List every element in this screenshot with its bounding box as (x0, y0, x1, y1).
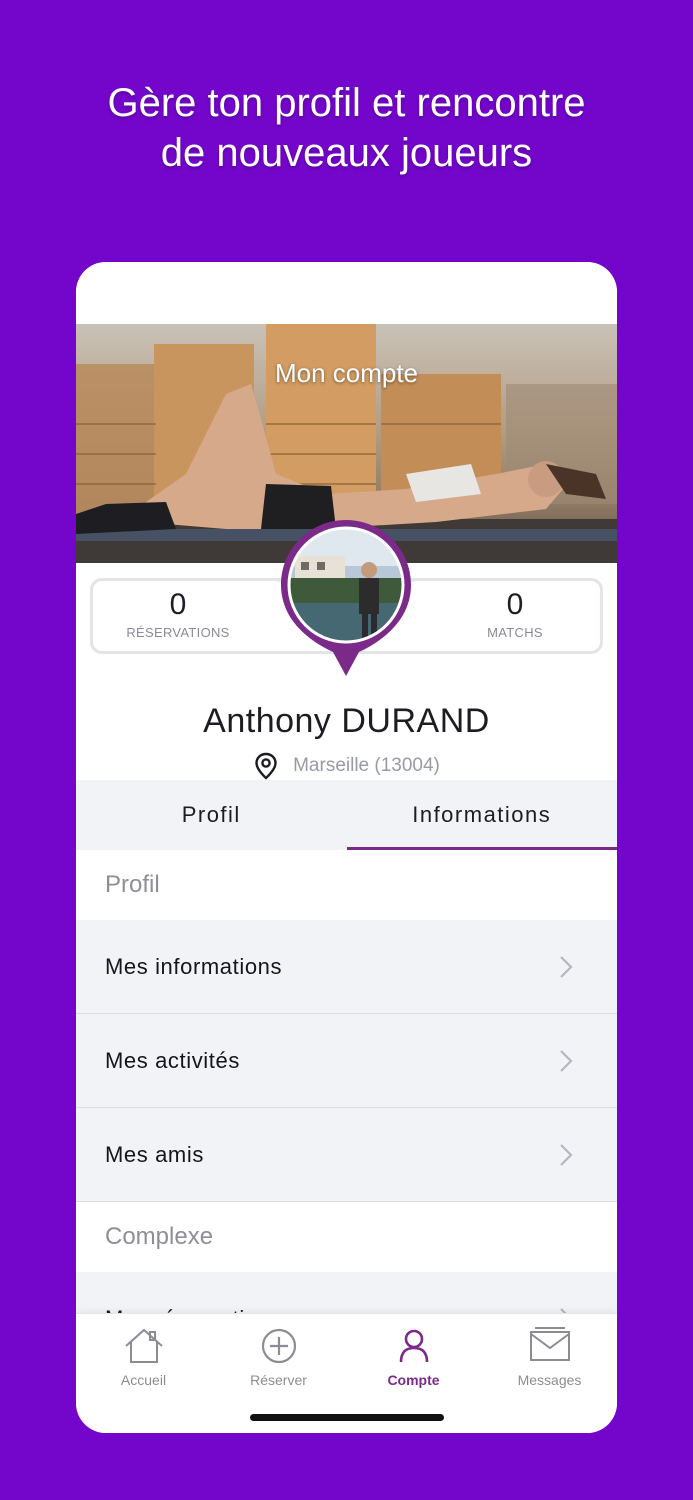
phone-screen: Mon compte 0 RÉSERVATIONS 0 MATCHS Antho… (76, 262, 617, 1433)
reservations-count: 0 (169, 588, 187, 621)
settings-menu: Profil Mes informations Mes activités Me… (76, 850, 617, 1366)
tabbar-label: Accueil (120, 1372, 167, 1388)
mail-icon (529, 1327, 570, 1361)
first-name: Anthony (203, 702, 332, 740)
tabbar-reserver[interactable]: Réserver (211, 1326, 346, 1388)
chevron-right-icon (560, 955, 573, 978)
plus-circle-icon (261, 1328, 296, 1364)
page-title: Mon compte (274, 358, 419, 388)
reservations-label: RÉSERVATIONS (126, 625, 230, 640)
reservations-stat[interactable]: 0 RÉSERVATIONS (98, 587, 258, 640)
profile-name: Anthony DURAND (76, 702, 617, 741)
menu-item-label: Mes informations (105, 953, 283, 979)
tab-informations[interactable]: Informations (346, 780, 618, 850)
section-header-profil: Profil (76, 850, 617, 920)
menu-item-mes-amis[interactable]: Mes amis (76, 1108, 617, 1202)
tab-profil[interactable]: Profil (76, 780, 347, 850)
menu-item-label: Mes activités (105, 1047, 240, 1073)
location-pin-icon (255, 752, 277, 780)
matchs-stat[interactable]: 0 MATCHS (435, 587, 595, 640)
tabbar-label: Compte (387, 1372, 440, 1388)
last-name: DURAND (341, 702, 490, 740)
chevron-right-icon (560, 1143, 573, 1166)
user-icon (399, 1329, 428, 1363)
profile-tabs: Profil Informations (76, 780, 617, 850)
headline-line-2: de nouveaux joueurs (160, 131, 533, 175)
matchs-count: 0 (506, 588, 524, 621)
tabbar-label: Messages (517, 1372, 582, 1388)
tabbar-messages[interactable]: Messages (482, 1326, 617, 1388)
home-indicator[interactable] (250, 1414, 444, 1421)
tabbar-label: Réserver (250, 1372, 307, 1388)
menu-item-mes-informations[interactable]: Mes informations (76, 920, 617, 1014)
home-icon (124, 1328, 163, 1363)
status-bar-area (76, 262, 617, 324)
matchs-label: MATCHS (487, 625, 543, 640)
promo-headline: Gère ton profil et rencontre de nouveaux… (0, 78, 693, 178)
tabbar-compte[interactable]: Compte (346, 1326, 481, 1388)
section-header-complexe: Complexe (76, 1202, 617, 1272)
headline-line-1: Gère ton profil et rencontre (107, 81, 586, 125)
menu-item-label: Mes amis (105, 1141, 204, 1167)
avatar[interactable] (277, 518, 415, 678)
location-text: Marseille (13004) (293, 755, 440, 776)
profile-location: Marseille (13004) (76, 752, 617, 780)
chevron-right-icon (560, 1049, 573, 1072)
tabbar-accueil[interactable]: Accueil (76, 1326, 211, 1388)
menu-item-mes-activites[interactable]: Mes activités (76, 1014, 617, 1108)
